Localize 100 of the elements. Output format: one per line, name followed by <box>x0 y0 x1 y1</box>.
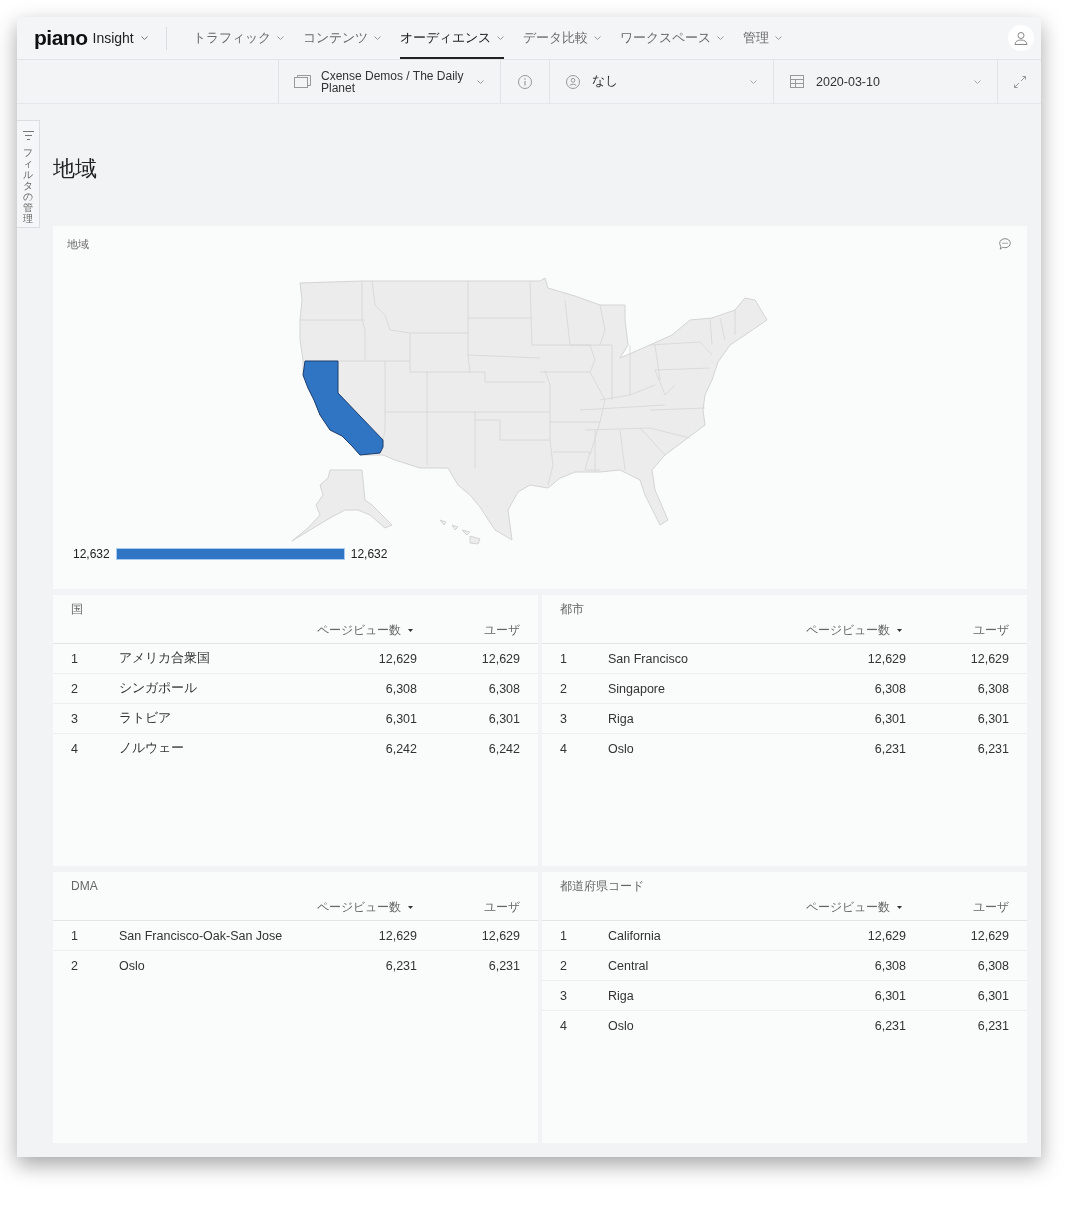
chevron-down-icon <box>750 79 757 84</box>
chevron-down-icon <box>716 36 724 40</box>
table-cell: 12,629 <box>867 651 906 666</box>
table-cell: 6,231 <box>385 958 417 973</box>
filter-panel-tab[interactable]: フィルタの管理 <box>17 120 40 228</box>
table-cell: 6,301 <box>977 988 1009 1003</box>
table-cell-text: California <box>608 928 662 943</box>
filter-icon <box>22 131 34 140</box>
table-cell: 6,242 <box>488 741 520 756</box>
table-cell: 6,301 <box>874 988 906 1003</box>
table-cell: 12,629 <box>970 928 1009 943</box>
rank-cell-text: 2 <box>560 681 568 696</box>
column-header[interactable]: ページビュー数 <box>806 898 902 916</box>
column-header[interactable]: ユーザ <box>484 621 520 639</box>
window-icon <box>294 75 311 88</box>
table-cell: 6,231 <box>977 1018 1009 1033</box>
table-cell: 12,629 <box>970 651 1009 666</box>
legend-max-value: 12,632 <box>350 547 388 561</box>
rank-cell-text: 1 <box>560 928 568 943</box>
table-cell: 6,301 <box>488 711 520 726</box>
piano-logo: piano <box>34 26 88 50</box>
table-cell-text: シンガポール <box>119 680 198 697</box>
table-cell: 6,301 <box>385 711 417 726</box>
account-button[interactable] <box>1008 25 1034 51</box>
nav-tab[interactable]: トラフィック <box>192 17 284 59</box>
table-cell-text: ラトビア <box>119 710 172 727</box>
table-title: DMA <box>70 878 99 894</box>
info-icon <box>518 74 532 89</box>
table-cell: 6,308 <box>977 958 1009 973</box>
site-selector[interactable]: Cxense Demos / The Daily Planet <box>278 60 500 103</box>
sort-descending-icon <box>408 628 413 632</box>
table-cell: 12,629 <box>481 928 520 943</box>
table-cell-text: ノルウェー <box>119 740 185 757</box>
table-cell: 6,231 <box>874 1018 906 1033</box>
table-cell-text: Riga <box>608 711 635 726</box>
chevron-down-icon <box>477 79 484 84</box>
rank-cell-text: 2 <box>71 958 79 973</box>
chevron-down-icon <box>774 36 782 40</box>
chevron-down-icon <box>140 36 148 40</box>
table-cell: 12,629 <box>378 928 417 943</box>
table-cell: 6,301 <box>874 711 906 726</box>
rank-cell-text: 3 <box>560 711 568 726</box>
table-cell-text: Central <box>608 958 650 973</box>
table-cell-text: Oslo <box>119 958 146 973</box>
table-title: 都道府県コード <box>559 878 645 894</box>
table-cell: 6,308 <box>874 681 906 696</box>
table-cell: 6,231 <box>874 741 906 756</box>
table-title: 都市 <box>559 601 585 617</box>
chevron-down-icon <box>373 36 381 40</box>
column-header[interactable]: ユーザ <box>484 898 520 916</box>
rank-cell-text: 4 <box>560 741 568 756</box>
table-cell: 6,308 <box>488 681 520 696</box>
table-cell: 6,308 <box>977 681 1009 696</box>
table-cell: 6,242 <box>385 741 417 756</box>
nav-tab[interactable]: コンテンツ <box>302 17 381 59</box>
card-title: 地域 <box>67 236 89 252</box>
nav-tab[interactable]: ワークスペース <box>619 17 724 59</box>
nav-tab[interactable]: データ比較 <box>522 17 601 59</box>
rank-cell-text: 1 <box>560 651 568 666</box>
page-title: 地域 <box>53 155 98 183</box>
product-switcher[interactable]: Insight <box>87 30 148 46</box>
column-header[interactable]: ユーザ <box>973 621 1009 639</box>
chevron-down-icon <box>496 36 504 40</box>
rank-cell-text: 2 <box>560 958 568 973</box>
table-cell-text: San Francisco-Oak-San Jose <box>119 928 284 943</box>
calendar-icon <box>790 75 804 88</box>
table-cell-text: Riga <box>608 988 635 1003</box>
table-cell-text: アメリカ合衆国 <box>119 650 211 667</box>
column-header[interactable]: ユーザ <box>973 898 1009 916</box>
table-title: 国 <box>70 601 84 617</box>
nav-tab[interactable]: 管理 <box>742 17 782 59</box>
table-cell-text: San Francisco <box>608 651 689 666</box>
table-cell: 6,231 <box>488 958 520 973</box>
rank-cell-text: 1 <box>71 651 79 666</box>
column-header[interactable]: ページビュー数 <box>806 621 902 639</box>
rank-cell-text: 3 <box>560 988 568 1003</box>
segment-selector[interactable]: なし <box>549 60 773 103</box>
expand-icon <box>1013 75 1026 88</box>
chevron-down-icon <box>593 36 601 40</box>
table-cell: 6,301 <box>977 711 1009 726</box>
table-cell: 12,629 <box>481 651 520 666</box>
sort-descending-icon <box>408 905 413 909</box>
legend-min-value: 12,632 <box>73 547 110 561</box>
date-picker[interactable]: 2020-03-10 <box>773 60 997 103</box>
chevron-down-icon <box>974 79 981 84</box>
rank-cell-text: 1 <box>71 928 79 943</box>
rank-cell-text: 2 <box>71 681 79 696</box>
column-header[interactable]: ページビュー数 <box>317 621 413 639</box>
user-icon <box>1014 31 1028 45</box>
table-cell: 6,231 <box>977 741 1009 756</box>
chevron-down-icon <box>276 36 284 40</box>
sort-descending-icon <box>897 905 902 909</box>
user-circle-icon <box>566 74 580 89</box>
table-cell: 6,308 <box>385 681 417 696</box>
column-header[interactable]: ページビュー数 <box>317 898 413 916</box>
rank-cell-text: 4 <box>71 741 79 756</box>
table-cell: 6,308 <box>874 958 906 973</box>
table-cell-text: Oslo <box>608 741 635 756</box>
sort-descending-icon <box>897 628 902 632</box>
comment-icon[interactable] <box>999 238 1011 250</box>
